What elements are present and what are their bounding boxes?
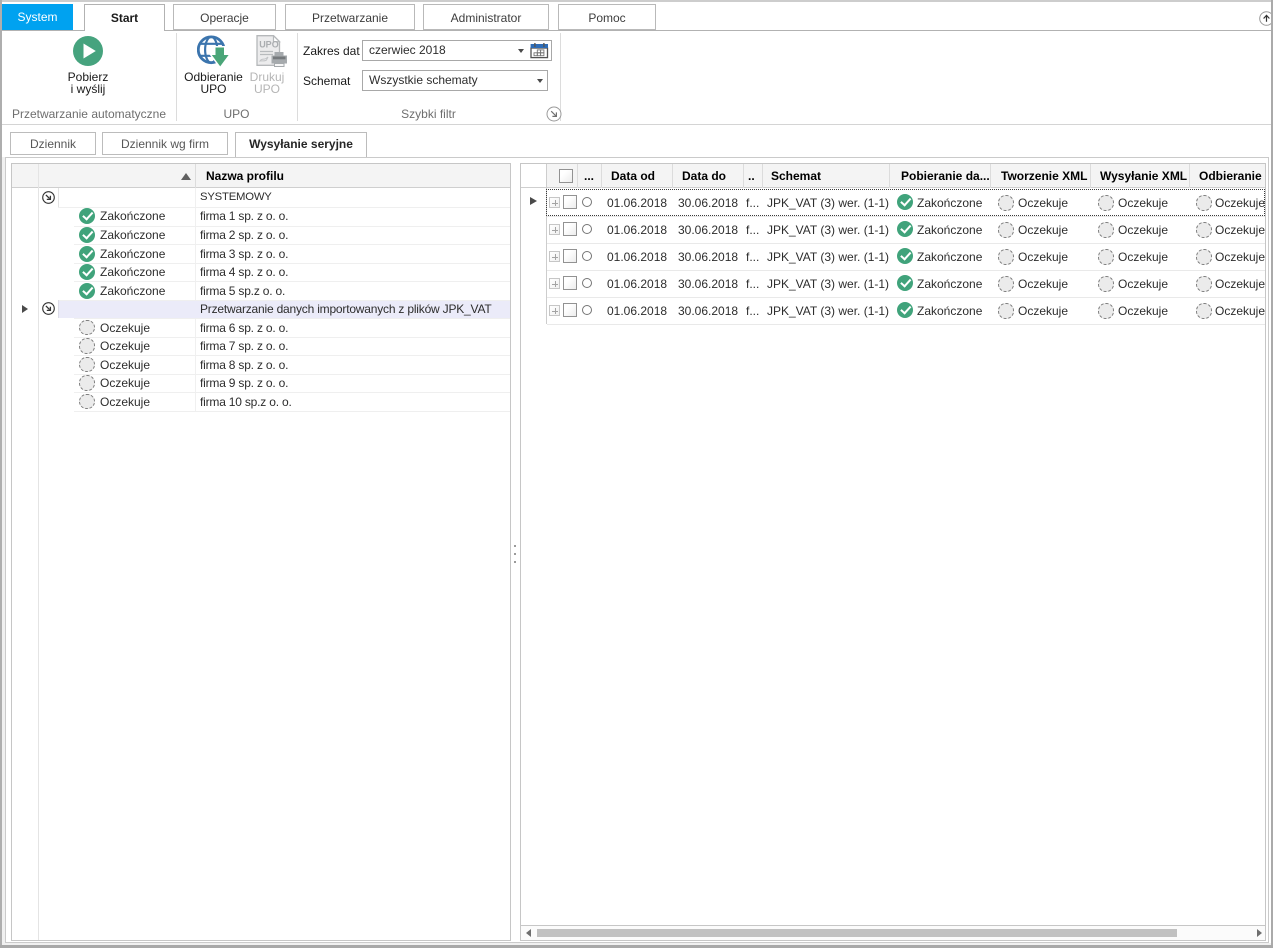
svg-text:UPO: UPO — [259, 40, 279, 50]
